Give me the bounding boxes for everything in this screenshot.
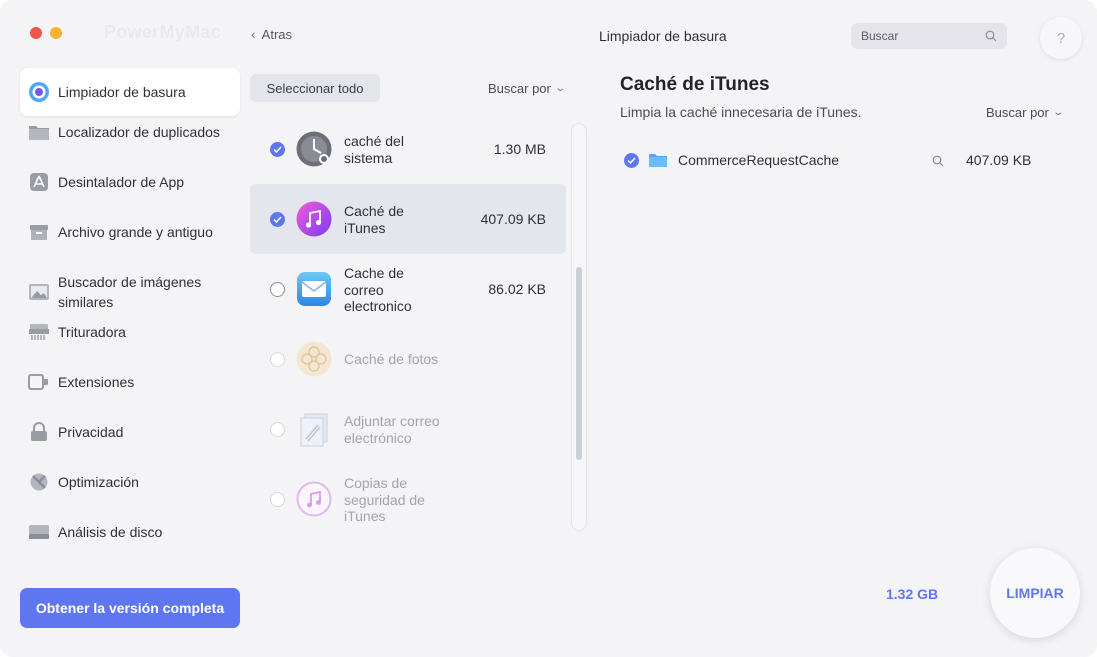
search-input[interactable] — [861, 29, 971, 43]
sort-label: Buscar por — [488, 81, 551, 96]
app-window: PowerMyMac ‹ Atras Limpiador de basura ?… — [0, 0, 1097, 657]
itunes-icon — [296, 201, 332, 237]
file-size: 407.09 KB — [966, 152, 1032, 168]
item-label: Cache de — [344, 265, 404, 281]
minimize-window-button[interactable] — [50, 27, 62, 39]
file-row[interactable]: CommerceRequestCache 407.09 KB — [620, 148, 1040, 174]
image-icon — [28, 281, 50, 303]
sidebar-item-label: Optimización — [58, 474, 139, 490]
total-size: 1.32 GB — [886, 586, 939, 602]
sort-label: Buscar por — [986, 105, 1049, 120]
chevron-down-icon: ⌄ — [1052, 107, 1064, 118]
list-sort-dropdown[interactable]: Buscar por ⌄ — [488, 81, 566, 96]
list-item-itunes-cache[interactable]: Caché de iTunes 407.09 KB — [250, 184, 566, 254]
clean-button[interactable]: LIMPIAR — [990, 548, 1080, 638]
sidebar-item-label: Buscador de imágenes — [58, 274, 202, 290]
itunes-backup-icon — [296, 481, 332, 517]
mail-icon — [296, 271, 332, 307]
sidebar-item-similar-images[interactable]: Buscador de imágenes similares — [20, 272, 240, 312]
optimization-icon — [28, 471, 50, 493]
back-button[interactable]: ‹ Atras — [251, 26, 292, 42]
app-title: PowerMyMac — [104, 22, 222, 42]
sidebar-item-label: Desintalador de App — [58, 174, 185, 190]
extension-icon — [28, 371, 50, 393]
item-label: Copias de — [344, 475, 408, 491]
scrollbar-thumb[interactable] — [576, 267, 582, 460]
sidebar-item-label: Trituradora — [58, 324, 126, 340]
chevron-down-icon: ⌄ — [554, 83, 566, 94]
search-icon — [985, 29, 997, 47]
sidebar-item-label: Privacidad — [58, 424, 124, 440]
item-checkbox[interactable] — [270, 142, 285, 157]
section-title: Limpiador de basura — [599, 28, 727, 44]
item-label: electronico — [344, 298, 412, 314]
sidebar-item-label: Extensiones — [58, 374, 135, 390]
help-button[interactable]: ? — [1040, 17, 1082, 59]
archive-box-icon — [28, 221, 50, 243]
sidebar-item-label: similares — [58, 294, 114, 310]
sidebar-item-label: Localizador de duplicados — [58, 124, 220, 140]
list-scrollbar[interactable] — [571, 123, 587, 531]
item-label: correo — [344, 281, 384, 298]
back-label: Atras — [261, 26, 293, 42]
item-label: iTunes — [344, 508, 386, 524]
select-all-button[interactable]: Seleccionar todo — [250, 74, 380, 102]
item-checkbox[interactable] — [270, 422, 285, 437]
list-item-itunes-backups[interactable]: Copias de seguridad de iTunes — [250, 464, 566, 534]
item-size: 86.02 KB — [488, 281, 546, 297]
item-checkbox[interactable] — [270, 212, 285, 227]
detail-title: Caché de iTunes — [620, 74, 770, 95]
lock-icon — [28, 421, 50, 443]
junk-cleaner-icon — [28, 81, 50, 103]
item-checkbox[interactable] — [270, 492, 285, 507]
item-label: Adjuntar correo — [344, 413, 440, 429]
detail-description: Limpia la caché innecesaria de iTunes. — [620, 104, 862, 120]
item-checkbox[interactable] — [270, 282, 285, 297]
list-item-mail-cache[interactable]: Cache de correo electronico 86.02 KB — [250, 254, 566, 324]
file-checkbox[interactable] — [624, 153, 639, 168]
item-size: 1.30 MB — [493, 141, 546, 157]
mail-attachment-icon — [296, 411, 332, 447]
item-label: caché del — [344, 133, 404, 149]
reveal-search-icon[interactable] — [932, 154, 944, 172]
item-size: 407.09 KB — [480, 211, 546, 227]
folder-icon — [648, 151, 668, 174]
system-cache-icon — [296, 131, 332, 167]
sidebar-item-label: Limpiador de basura — [58, 84, 186, 100]
item-label: seguridad de — [344, 491, 425, 508]
item-label: electrónico — [344, 429, 412, 446]
search-box[interactable] — [851, 23, 1007, 49]
list-item-system-cache[interactable]: caché del sistema 1.30 MB — [250, 114, 566, 184]
sidebar-item-junk-cleaner[interactable]: Limpiador de basura — [20, 68, 240, 116]
get-full-version-button[interactable]: Obtener la versión completa — [20, 588, 240, 628]
sidebar-item-label: Archivo grande y antiguo — [58, 224, 213, 240]
item-label: sistema — [344, 149, 393, 166]
item-checkbox[interactable] — [270, 352, 285, 367]
item-label: iTunes — [344, 219, 386, 236]
sidebar-item-label: Análisis de disco — [58, 524, 163, 540]
list-item-mail-attachments[interactable]: Adjuntar correo electrónico — [250, 394, 566, 464]
photos-icon — [296, 341, 332, 377]
file-name: CommerceRequestCache — [678, 152, 840, 168]
shredder-icon — [28, 321, 50, 343]
item-label: Caché de fotos — [344, 351, 439, 367]
detail-sort-dropdown[interactable]: Buscar por ⌄ — [986, 105, 1064, 120]
app-store-icon — [28, 171, 50, 193]
item-label: Caché de — [344, 203, 404, 219]
close-window-button[interactable] — [30, 27, 42, 39]
chevron-left-icon: ‹ — [251, 26, 256, 42]
disk-icon — [28, 521, 50, 543]
list-item-photos-cache[interactable]: Caché de fotos — [250, 324, 566, 394]
folder-icon — [28, 121, 50, 143]
